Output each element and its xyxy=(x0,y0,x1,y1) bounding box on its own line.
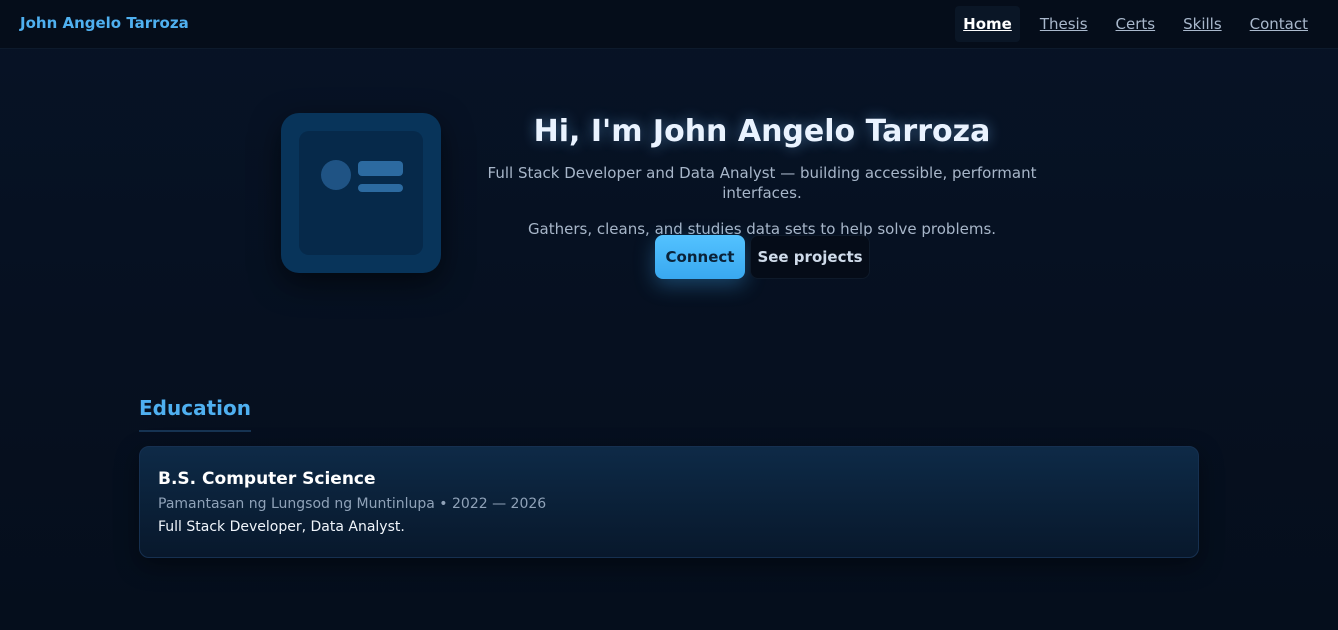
avatar-circle xyxy=(321,160,351,190)
nav-link-skills[interactable]: Skills xyxy=(1175,6,1230,42)
education-meta: Pamantasan ng Lungsod ng Muntinlupa • 20… xyxy=(158,496,547,512)
profile-card-icon xyxy=(281,113,441,273)
education-heading: Education xyxy=(139,396,251,432)
top-navbar: John Angelo Tarroza Home Thesis Certs Sk… xyxy=(0,0,1338,49)
brand-name[interactable]: John Angelo Tarroza xyxy=(20,14,189,32)
portfolio-page: John Angelo Tarroza Home Thesis Certs Sk… xyxy=(0,0,1338,630)
hero-text: Hi, I'm John Angelo Tarroza Full Stack D… xyxy=(462,110,1062,239)
education-description: Full Stack Developer, Data Analyst. xyxy=(158,519,405,535)
hero-subtitle: Full Stack Developer and Data Analyst — … xyxy=(487,164,1037,202)
nav-link-home[interactable]: Home xyxy=(955,6,1020,42)
nav-link-thesis[interactable]: Thesis xyxy=(1032,6,1096,42)
hero-title: Hi, I'm John Angelo Tarroza xyxy=(533,114,991,149)
education-degree: B.S. Computer Science xyxy=(158,469,376,489)
avatar-line-primary xyxy=(358,161,403,176)
nav-links: Home Thesis Certs Skills Contact xyxy=(943,6,1316,42)
nav-link-certs[interactable]: Certs xyxy=(1108,6,1164,42)
profile-card-inner xyxy=(299,131,423,255)
connect-button[interactable]: Connect xyxy=(655,235,745,279)
see-projects-button[interactable]: See projects xyxy=(750,235,870,279)
nav-link-contact[interactable]: Contact xyxy=(1242,6,1316,42)
avatar-line-secondary xyxy=(358,184,403,192)
education-card: B.S. Computer Science Pamantasan ng Lung… xyxy=(139,446,1199,558)
hero-buttons: Connect See projects xyxy=(655,235,870,279)
